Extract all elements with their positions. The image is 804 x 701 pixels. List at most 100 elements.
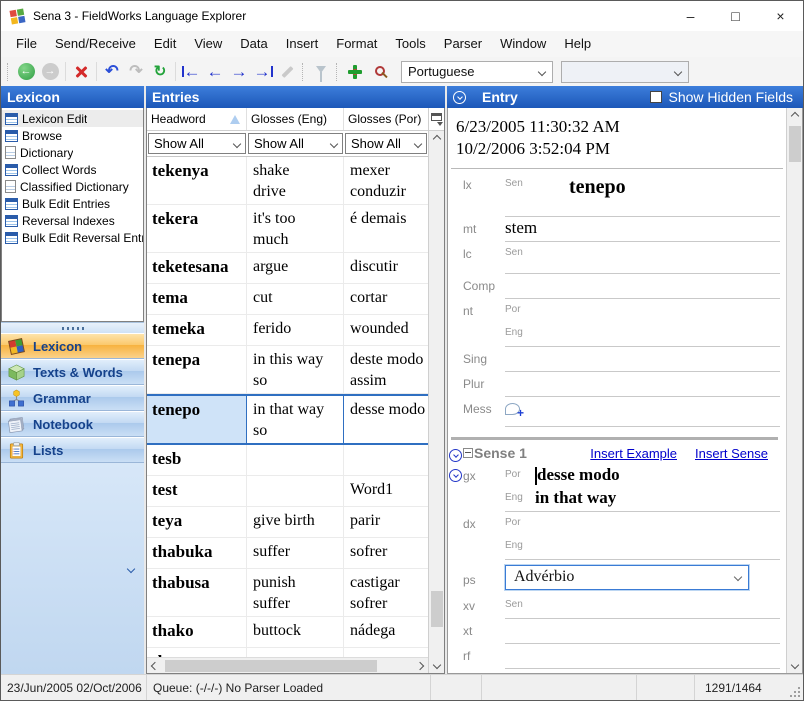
table-row[interactable]: teketesanaarguediscutir	[147, 253, 428, 284]
nav-item-lexicon[interactable]: Lexicon	[1, 333, 144, 359]
menu-item-data[interactable]: Data	[231, 31, 276, 57]
entry-expand-icon[interactable]	[453, 91, 466, 104]
sidebar-item-browse[interactable]: Browse	[2, 127, 143, 144]
scrollbar-up-button[interactable]	[787, 108, 802, 124]
insert-entry-button[interactable]	[343, 60, 367, 84]
scrollbar-right-button[interactable]	[412, 658, 428, 674]
menu-item-parser[interactable]: Parser	[435, 31, 491, 57]
language-select[interactable]: Portuguese	[401, 61, 553, 83]
menu-item-window[interactable]: Window	[491, 31, 555, 57]
gloss-por-cell[interactable]: deste modo assim	[344, 346, 428, 393]
table-row[interactable]: thakobuttocknádega	[147, 617, 428, 648]
menu-item-help[interactable]: Help	[555, 31, 600, 57]
gloss-por-cell[interactable]: nádega	[344, 617, 428, 647]
table-row[interactable]: temacutcortar	[147, 284, 428, 315]
scrollbar-track[interactable]	[163, 658, 412, 674]
sidebar-item-classified-dictionary[interactable]: Classified Dictionary	[2, 178, 143, 195]
scrollbar-left-button[interactable]	[147, 658, 163, 674]
sort-ascending-icon[interactable]	[230, 115, 240, 124]
field-value[interactable]: stem	[505, 217, 537, 239]
undo-button[interactable]: ↶	[100, 60, 124, 84]
edit-button[interactable]	[275, 60, 299, 84]
gloss-eng-cell[interactable]: run	[247, 648, 344, 657]
horizontal-scrollbar[interactable]	[147, 657, 428, 673]
headword-cell[interactable]: test	[147, 476, 247, 506]
column-header-glosses-por[interactable]: Glosses (Por)	[344, 108, 428, 130]
table-row[interactable]: thamangaruncorrer	[147, 648, 428, 657]
back-button[interactable]: ←	[14, 60, 38, 84]
gloss-por-cell[interactable]: mexer conduzir	[344, 157, 428, 204]
headword-cell[interactable]: tekera	[147, 205, 247, 252]
table-row[interactable]: temekaferidowounded	[147, 315, 428, 346]
gloss-eng-cell[interactable]: in that way so	[247, 396, 344, 443]
filter-button[interactable]	[309, 60, 333, 84]
filter-select[interactable]: Show All	[148, 133, 246, 154]
table-row[interactable]: thabusapunish suffercastigar sofrer	[147, 569, 428, 617]
first-record-button[interactable]: ←	[179, 60, 203, 84]
gloss-eng-cell[interactable]: ferido	[247, 315, 344, 345]
gloss-eng-cell[interactable]	[247, 445, 344, 475]
headword-cell[interactable]: tema	[147, 284, 247, 314]
gloss-eng-cell[interactable]: suffer	[247, 538, 344, 568]
field-value[interactable]: in that way	[535, 487, 616, 509]
gloss-eng-cell[interactable]: in this way so	[247, 346, 344, 393]
headword-cell[interactable]: thamanga	[147, 648, 247, 657]
close-button[interactable]: ×	[758, 1, 803, 31]
menu-item-insert[interactable]: Insert	[277, 31, 328, 57]
table-row[interactable]: tekenyashake drivemexer conduzir	[147, 157, 428, 205]
resize-grip-icon[interactable]	[788, 685, 801, 698]
table-row[interactable]: tenepain this way sodeste modo assim	[147, 346, 428, 394]
menu-item-format[interactable]: Format	[327, 31, 386, 57]
gloss-por-cell[interactable]: Word1	[344, 476, 428, 506]
gloss-por-cell[interactable]: desse modo	[344, 396, 428, 443]
table-row[interactable]: teyagive birthparir	[147, 507, 428, 538]
delete-button[interactable]	[69, 60, 93, 84]
headword-cell[interactable]: thabusa	[147, 569, 247, 616]
add-comment-icon[interactable]	[505, 403, 520, 415]
show-hidden-label[interactable]: Show Hidden Fields	[668, 89, 797, 105]
gloss-eng-cell[interactable]: shake drive	[247, 157, 344, 204]
gloss-eng-cell[interactable]: give birth	[247, 507, 344, 537]
sense-expand-icon[interactable]	[449, 449, 462, 462]
table-row[interactable]: test Word1	[147, 476, 428, 507]
headword-cell[interactable]: tenepo	[147, 396, 247, 443]
scrollbar-thumb[interactable]	[789, 126, 801, 162]
gloss-por-cell[interactable]: castigar sofrer	[344, 569, 428, 616]
previous-record-button[interactable]: ←	[203, 60, 227, 84]
pos-combobox[interactable]: Advérbio	[505, 565, 749, 590]
menu-item-view[interactable]: View	[185, 31, 231, 57]
headword-cell[interactable]: teya	[147, 507, 247, 537]
menu-item-tools[interactable]: Tools	[386, 31, 434, 57]
gloss-eng-cell[interactable]: it's too much	[247, 205, 344, 252]
field-expand-icon[interactable]	[448, 464, 463, 482]
gloss-eng-cell[interactable]: argue	[247, 253, 344, 283]
headword-cell[interactable]: teketesana	[147, 253, 247, 283]
minimize-button[interactable]: –	[668, 1, 713, 31]
gloss-eng-cell[interactable]: cut	[247, 284, 344, 314]
column-header-glosses-eng[interactable]: Glosses (Eng)	[247, 108, 344, 130]
gloss-por-cell[interactable]: cortar	[344, 284, 428, 314]
gloss-por-cell[interactable]: discutir	[344, 253, 428, 283]
toolbar-grip[interactable]	[336, 63, 340, 81]
table-row[interactable]: thabukasuffersofrer	[147, 538, 428, 569]
table-row[interactable]: tesb	[147, 445, 428, 476]
redo-button[interactable]: ↷	[124, 60, 148, 84]
table-row[interactable]: tekerait's too muché demais	[147, 205, 428, 253]
nav-item-notebook[interactable]: Notebook	[1, 411, 144, 437]
menu-item-file[interactable]: File	[7, 31, 46, 57]
scrollbar-thumb[interactable]	[165, 660, 377, 672]
last-record-button[interactable]: →	[251, 60, 275, 84]
sidebar-item-dictionary[interactable]: Dictionary	[2, 144, 143, 161]
headword-cell[interactable]: thabuka	[147, 538, 247, 568]
menu-item-send-receive[interactable]: Send/Receive	[46, 31, 145, 57]
headword-cell[interactable]: thako	[147, 617, 247, 647]
gloss-eng-cell[interactable]	[247, 476, 344, 506]
insert-example-link[interactable]: Insert Example	[590, 446, 677, 461]
field-value[interactable]: desse modo	[537, 464, 620, 486]
headword-cell[interactable]: temeka	[147, 315, 247, 345]
gloss-eng-cell[interactable]: punish suffer	[247, 569, 344, 616]
filter-select[interactable]: Show All	[248, 133, 343, 154]
table-row[interactable]: tenepoin that way sodesse modo	[147, 394, 428, 445]
toolbar-grip[interactable]	[7, 63, 11, 81]
gloss-eng-cell[interactable]: buttock	[247, 617, 344, 647]
